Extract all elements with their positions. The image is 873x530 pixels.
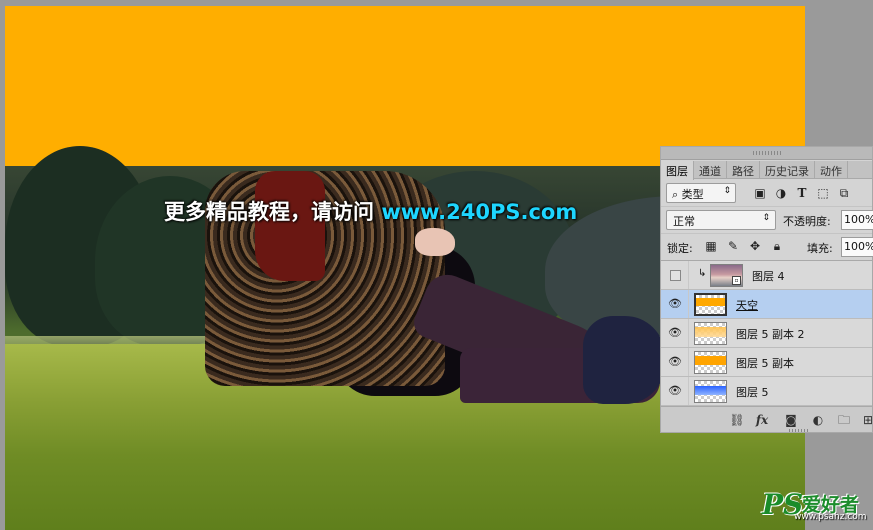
- fill-label: 填充:: [807, 242, 833, 255]
- tab-history[interactable]: 历史记录: [760, 161, 815, 179]
- clipping-mask-icon: ↳: [698, 268, 707, 279]
- layer-name[interactable]: 图层 5 副本: [736, 355, 794, 371]
- fx-icon[interactable]: fx: [754, 413, 770, 427]
- fill-input[interactable]: 100%: [841, 237, 873, 257]
- layer-name[interactable]: 天空: [736, 297, 758, 313]
- adjustment-layer-icon[interactable]: ◐: [810, 413, 826, 427]
- panel-drag-grip[interactable]: [753, 151, 783, 155]
- tab-channels[interactable]: 通道: [694, 161, 727, 179]
- woman-hand: [415, 228, 455, 256]
- lock-row: 锁定: ▦ ✎ ✥ 🔒︎ 填充: 100%: [661, 233, 873, 259]
- panel-title-strip[interactable]: [661, 147, 872, 160]
- filter-kind-label: 类型: [681, 188, 704, 201]
- layers-footer: ⛓ fx ◙ ◐ 🗀︎ ⊞: [661, 406, 873, 432]
- layer-name[interactable]: 图层 4: [752, 268, 785, 284]
- search-icon: ⌕: [672, 188, 679, 201]
- shape-filter-icon[interactable]: ⬚: [816, 186, 830, 200]
- layer-row-layer-5-copy[interactable]: 👁︎ 图层 5 副本: [661, 348, 872, 377]
- divider: [688, 290, 689, 318]
- tab-layers[interactable]: 图层: [661, 161, 694, 180]
- updown-arrow-icon: ⇕: [762, 213, 770, 223]
- divider: [688, 377, 689, 405]
- layer-thumbnail: [694, 322, 727, 345]
- lock-label: 锁定:: [667, 242, 693, 255]
- layer-filter-row: ⌕ 类型 ⇕ ▣ ◑ T ⬚ ⧉: [661, 180, 872, 206]
- opacity-label: 不透明度:: [783, 215, 831, 228]
- tutorial-watermark: 更多精品教程，请访问 www.240PS.com: [164, 196, 577, 226]
- smart-object-filter-icon[interactable]: ⧉: [837, 186, 851, 200]
- divider: [688, 348, 689, 376]
- lock-position-icon[interactable]: ✥: [748, 239, 762, 253]
- blend-row: 正常 ⇕ 不透明度: 100%: [661, 206, 873, 232]
- layer-row-layer-5[interactable]: 👁︎ 图层 5: [661, 377, 872, 406]
- sky-fill: [5, 6, 805, 166]
- lock-all-icon[interactable]: 🔒︎: [770, 239, 784, 253]
- lock-pixels-icon[interactable]: ✎: [726, 239, 740, 253]
- blend-mode-select[interactable]: 正常 ⇕: [666, 210, 776, 230]
- eye-icon[interactable]: 👁︎: [668, 356, 682, 368]
- layer-thumbnail: ▫: [710, 264, 743, 287]
- link-layers-icon[interactable]: ⛓: [729, 413, 745, 427]
- watermark-text: 更多精品教程，请访问: [164, 200, 374, 224]
- updown-arrow-icon: ⇕: [723, 186, 731, 196]
- visibility-toggle-off[interactable]: [670, 270, 681, 281]
- adjustment-filter-icon[interactable]: ◑: [774, 186, 788, 200]
- woman-hair: [255, 171, 325, 281]
- new-layer-icon[interactable]: ⊞: [860, 413, 873, 427]
- layers-list: ↳ ▫ 图层 4 👁︎ 天空 👁︎ 图层 5 副本 2 👁︎ 图层 5 副本 👁…: [661, 260, 872, 406]
- type-filter-icon[interactable]: T: [795, 186, 809, 200]
- blend-mode-value: 正常: [673, 215, 695, 228]
- layer-thumbnail: [694, 351, 727, 374]
- eye-icon[interactable]: 👁︎: [668, 327, 682, 339]
- eye-icon[interactable]: 👁︎: [668, 385, 682, 397]
- smart-object-icon: ▫: [732, 276, 741, 285]
- layer-name[interactable]: 图层 5 副本 2: [736, 326, 805, 342]
- boot-sole: [583, 316, 665, 404]
- lock-transparent-icon[interactable]: ▦: [704, 239, 718, 253]
- tab-paths[interactable]: 路径: [727, 161, 760, 179]
- new-group-icon[interactable]: 🗀︎: [836, 413, 852, 427]
- layers-panel: 图层 通道 路径 历史记录 动作 ⌕ 类型 ⇕ ▣ ◑ T ⬚ ⧉ 正常 ⇕ 不…: [660, 146, 873, 433]
- layer-thumbnail: [694, 380, 727, 403]
- opacity-input[interactable]: 100%: [841, 210, 873, 230]
- divider: [688, 261, 689, 289]
- layer-row-layer-4[interactable]: ↳ ▫ 图层 4: [661, 261, 872, 290]
- logo-url-text: www.psahz.com: [794, 512, 867, 522]
- image-filter-icon[interactable]: ▣: [753, 186, 767, 200]
- divider: [688, 319, 689, 347]
- layer-row-sky[interactable]: 👁︎ 天空: [661, 290, 872, 319]
- tab-actions[interactable]: 动作: [815, 161, 848, 179]
- layer-row-layer-5-copy-2[interactable]: 👁︎ 图层 5 副本 2: [661, 319, 872, 348]
- add-mask-icon[interactable]: ◙: [783, 413, 799, 427]
- layer-thumbnail: [694, 293, 727, 316]
- eye-icon[interactable]: 👁︎: [668, 298, 682, 310]
- panel-tabs: 图层 通道 路径 历史记录 动作: [661, 161, 872, 180]
- panel-resize-grip[interactable]: [789, 429, 809, 432]
- site-logo: PS 爱好者 www.psahz.com: [760, 488, 870, 528]
- layer-kind-filter[interactable]: ⌕ 类型 ⇕: [666, 183, 736, 203]
- watermark-url: www.240PS.com: [381, 200, 578, 224]
- layer-name[interactable]: 图层 5: [736, 384, 769, 400]
